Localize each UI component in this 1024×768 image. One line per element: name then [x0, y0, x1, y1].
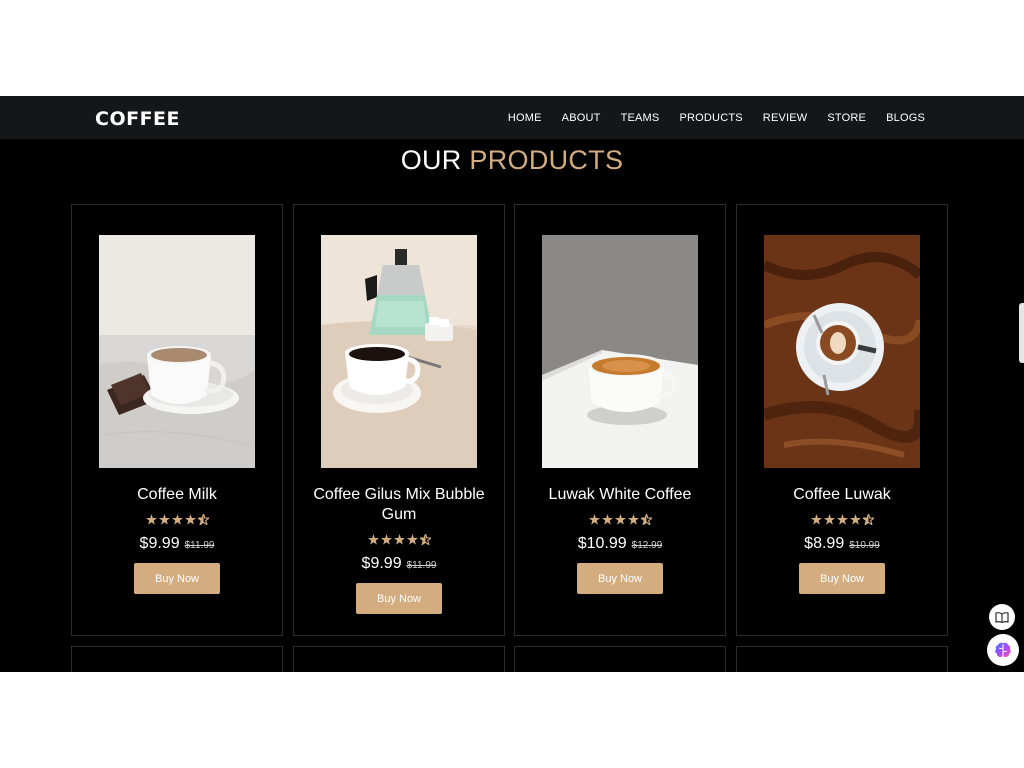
old-price: $11.99: [184, 540, 215, 551]
product-image-coffee-gilus-mix-bubble-gum: [321, 235, 477, 468]
price: $9.99: [139, 535, 180, 552]
nav-store[interactable]: STORE: [827, 112, 866, 124]
nav-about[interactable]: ABOUT: [562, 112, 601, 124]
product-image-coffee-luwak: [764, 235, 920, 468]
star-icon: [158, 514, 170, 525]
assistant-button[interactable]: [987, 634, 1019, 666]
product-image-luwak-white-coffee: [542, 235, 698, 468]
price: $10.99: [577, 535, 627, 552]
star-icon: [627, 514, 639, 525]
product-card-partial: [736, 646, 948, 672]
section-title-prefix: OUR: [400, 145, 462, 175]
star-icon: [145, 514, 157, 525]
product-card-partial: [293, 646, 505, 672]
page-viewport: COFFEE HOME ABOUT TEAMS PRODUCTS REVIEW …: [0, 96, 1024, 672]
book-icon: [995, 612, 1009, 623]
half-star-icon: [862, 514, 874, 525]
price-row: $9.99 $11.99: [362, 555, 437, 573]
star-icon: [380, 534, 392, 545]
product-name: Coffee Gilus Mix Bubble Gum: [313, 486, 485, 523]
nav-home[interactable]: HOME: [508, 112, 542, 124]
star-icon: [849, 514, 861, 525]
brain-icon: [995, 642, 1011, 657]
star-icon: [393, 534, 405, 545]
star-icon: [588, 514, 600, 525]
section-title-accent: PRODUCTS: [469, 145, 624, 175]
nav-links: HOME ABOUT TEAMS PRODUCTS REVIEW STORE B…: [508, 96, 925, 139]
star-icon: [836, 514, 848, 525]
old-price: $12.99: [631, 540, 663, 551]
product-name: Coffee Milk: [137, 486, 217, 503]
rating-stars: [588, 514, 652, 525]
half-star-icon: [419, 534, 431, 545]
buy-now-button[interactable]: Buy Now: [134, 563, 220, 594]
rating-stars: [367, 534, 431, 545]
nav-teams[interactable]: TEAMS: [621, 112, 660, 124]
star-icon: [406, 534, 418, 545]
half-star-icon: [640, 514, 652, 525]
price: $8.99: [804, 535, 845, 552]
product-card: Coffee Gilus Mix Bubble Gum $9.99 $11.99…: [293, 204, 505, 636]
product-name: Coffee Luwak: [793, 486, 891, 503]
old-price: $10.99: [849, 540, 880, 551]
product-name: Luwak White Coffee: [548, 486, 692, 503]
star-icon: [823, 514, 835, 525]
product-card: Luwak White Coffee $10.99 $12.99 Buy Now: [514, 204, 726, 636]
product-card: Coffee Luwak $8.99 $10.99 Buy Now: [736, 204, 948, 636]
product-image-coffee-milk: [99, 235, 255, 468]
nav-blogs[interactable]: BLOGS: [886, 112, 925, 124]
star-icon: [601, 514, 613, 525]
product-card-partial: [71, 646, 283, 672]
logo[interactable]: COFFEE: [95, 108, 180, 130]
star-icon: [171, 514, 183, 525]
rating-stars: [810, 514, 874, 525]
nav-products[interactable]: PRODUCTS: [679, 112, 742, 124]
price-row: $8.99 $10.99: [804, 535, 880, 553]
reader-button[interactable]: [989, 604, 1015, 630]
rating-stars: [145, 514, 209, 525]
product-card-partial: [514, 646, 726, 672]
product-card: Coffee Milk $9.99 $11.99 Buy Now: [71, 204, 283, 636]
price: $9.99: [361, 555, 402, 572]
nav-review[interactable]: REVIEW: [763, 112, 808, 124]
buy-now-button[interactable]: Buy Now: [356, 583, 442, 614]
navbar: COFFEE HOME ABOUT TEAMS PRODUCTS REVIEW …: [0, 96, 1024, 139]
buy-now-button[interactable]: Buy Now: [799, 563, 885, 594]
star-icon: [184, 514, 196, 525]
price-row: $10.99 $12.99: [578, 535, 663, 553]
star-icon: [614, 514, 626, 525]
price-row: $9.99 $11.99: [140, 535, 215, 553]
star-icon: [367, 534, 379, 545]
section-title: OUR PRODUCTS: [0, 145, 1024, 176]
side-scroll-tab[interactable]: [1019, 303, 1024, 363]
star-icon: [810, 514, 822, 525]
buy-now-button[interactable]: Buy Now: [577, 563, 663, 594]
old-price: $11.99: [406, 560, 437, 571]
half-star-icon: [197, 514, 209, 525]
